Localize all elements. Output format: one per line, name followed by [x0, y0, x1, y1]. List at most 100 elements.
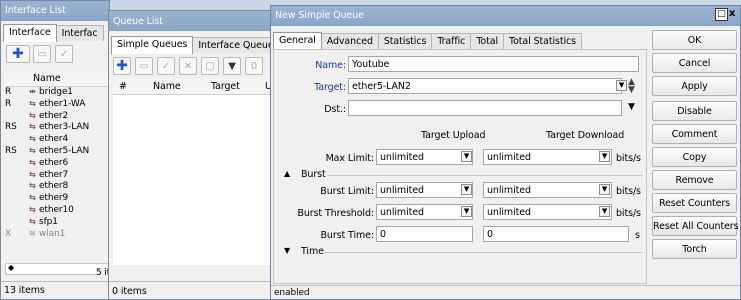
row-flag: RS: [5, 146, 17, 156]
interface-rows: R ⇹ bridge1 R ⇆ ether1-WA ⇆ ether2 RS ⇆ ether3-LAN…: [5, 87, 109, 247]
disable-button[interactable]: Disable: [652, 101, 737, 121]
ethernet-icon: ⇆: [29, 110, 36, 120]
horizontal-scrollbar[interactable]: ◆: [5, 263, 109, 275]
tab-statistics[interactable]: Statistics: [377, 33, 433, 49]
target-input[interactable]: ether5-LAN2: [348, 78, 622, 94]
ethernet-icon: ⇆: [29, 181, 36, 191]
interface-list-tabs: Interface Interfac: [1, 21, 109, 42]
dst-label: Dst.:: [324, 104, 346, 115]
ethernet-icon: ⇆: [29, 193, 36, 203]
target-label: Target:: [314, 82, 346, 93]
queue-list-title: Queue List: [109, 11, 277, 31]
tab-simple-queues[interactable]: Simple Queues: [111, 36, 194, 54]
column-header-name[interactable]: Name: [153, 81, 181, 92]
max-limit-upload-dropdown-icon[interactable]: ▼: [461, 151, 472, 162]
max-limit-unit: bits/s: [616, 153, 641, 164]
maximize-icon[interactable]: □: [715, 8, 728, 21]
cancel-button[interactable]: Cancel: [652, 53, 737, 73]
bridge-icon: ⇹: [29, 87, 36, 96]
row-flag: X: [5, 228, 12, 239]
close-icon[interactable]: x: [729, 8, 740, 21]
row-flag: R: [5, 98, 12, 109]
burst-limit-label: Burst Limit:: [320, 186, 374, 197]
column-header-target[interactable]: Target: [211, 81, 240, 92]
ok-button[interactable]: OK: [652, 30, 737, 50]
burst-threshold-upload-input[interactable]: unlimited: [376, 204, 473, 220]
burst-time-download-input[interactable]: 0: [483, 226, 629, 242]
burst-threshold-upload-dropdown-icon[interactable]: ▼: [461, 206, 472, 217]
torch-button[interactable]: Torch: [652, 239, 737, 259]
scroll-left-icon[interactable]: ◆: [8, 263, 14, 272]
column-header-number[interactable]: #: [119, 81, 127, 92]
burst-threshold-download-dropdown-icon[interactable]: ▼: [599, 206, 610, 217]
target-stepper-icon[interactable]: ▲ ▼: [628, 78, 635, 95]
max-limit-download-dropdown-icon[interactable]: ▼: [599, 151, 610, 162]
max-limit-download-input[interactable]: unlimited: [483, 149, 612, 165]
disable-icon[interactable]: ✕: [179, 57, 197, 75]
row-name: bridge1: [39, 87, 73, 97]
burst-threshold-download-input[interactable]: unlimited: [483, 204, 612, 220]
dialog-title-text: New Simple Queue: [275, 10, 364, 21]
max-limit-label: Max Limit:: [325, 153, 375, 164]
reset-all-counters-button[interactable]: Reset All Counters: [652, 216, 739, 236]
remove-icon[interactable]: ▭: [33, 45, 51, 63]
burst-limit-upload-dropdown-icon[interactable]: ▼: [461, 184, 472, 195]
burst-toggle-icon[interactable]: ▲: [284, 169, 290, 178]
ethernet-icon: ⇆: [29, 169, 36, 179]
target-dropdown-icon[interactable]: ▼: [616, 80, 627, 91]
copy-button[interactable]: Copy: [652, 147, 737, 167]
filter-icon[interactable]: ▼: [223, 57, 241, 75]
row-name: wlan1: [39, 228, 66, 239]
tab-general[interactable]: General: [273, 32, 322, 50]
tab-advanced[interactable]: Advanced: [320, 33, 379, 49]
row-name: ether10: [39, 205, 74, 215]
time-toggle-icon[interactable]: ▼: [284, 246, 290, 255]
interface-grid-header: Name: [5, 71, 109, 87]
row-name: ether2: [39, 110, 69, 121]
burst-time-upload-input[interactable]: 0: [376, 226, 473, 242]
burst-time-unit: s: [635, 230, 640, 241]
interface-list-window: Interface List Interface Interfac ✚ ▭ ✓ …: [0, 0, 110, 300]
enable-icon[interactable]: ✓: [157, 57, 175, 75]
reset-counters-button[interactable]: Reset Counters: [652, 193, 737, 213]
row-name: ether5-LAN: [39, 146, 90, 156]
queue-rows-area: [113, 95, 277, 265]
tab-traffic[interactable]: Traffic: [431, 33, 472, 49]
burst-divider: [327, 175, 643, 176]
comment-button[interactable]: Comment: [652, 124, 737, 144]
max-limit-upload-input[interactable]: unlimited: [376, 149, 473, 165]
target-upload-heading: Target Upload: [421, 130, 486, 141]
remove-icon[interactable]: ▭: [135, 57, 153, 75]
queue-list-tabs: Simple Queues Interface Queues Qu: [109, 33, 277, 54]
interface-list-title: Interface List: [1, 1, 109, 21]
queue-list-window: Queue List Simple Queues Interface Queue…: [108, 10, 278, 300]
column-header-name[interactable]: Name: [33, 73, 61, 84]
row-name: ether9: [39, 193, 69, 204]
row-name: ether4: [39, 134, 69, 145]
tab-interface-queues[interactable]: Interface Queues: [192, 37, 277, 53]
row-flag: RS: [5, 122, 17, 133]
tab-total[interactable]: Total: [470, 33, 504, 49]
burst-limit-download-dropdown-icon[interactable]: ▼: [599, 184, 610, 195]
burst-limit-upload-input[interactable]: unlimited: [376, 182, 473, 198]
tab-interface[interactable]: Interface: [3, 24, 57, 42]
dst-input[interactable]: [348, 100, 622, 116]
row-name: ether8: [39, 181, 69, 192]
comment-icon[interactable]: ▢: [201, 57, 219, 75]
apply-button[interactable]: Apply: [652, 76, 737, 96]
dialog-title: New Simple Queue □ x: [271, 6, 740, 26]
target-download-heading: Target Download: [546, 130, 625, 141]
reset-counters-icon[interactable]: 0: [245, 57, 263, 75]
remove-button[interactable]: Remove: [652, 170, 737, 190]
add-icon[interactable]: ✚: [6, 45, 30, 63]
enable-icon[interactable]: ✓: [55, 45, 73, 63]
dst-dropdown-icon[interactable]: ▼: [628, 102, 635, 112]
row-name: sfp1: [39, 216, 58, 227]
row-name: ether3-LAN: [39, 122, 90, 133]
tab-total-statistics[interactable]: Total Statistics: [503, 33, 583, 49]
burst-limit-download-input[interactable]: unlimited: [483, 182, 612, 198]
row-flag: R: [5, 87, 12, 97]
name-input[interactable]: Youtube: [348, 56, 639, 72]
tab-interface-list[interactable]: Interfac: [55, 25, 104, 41]
add-icon[interactable]: ✚: [113, 57, 131, 75]
